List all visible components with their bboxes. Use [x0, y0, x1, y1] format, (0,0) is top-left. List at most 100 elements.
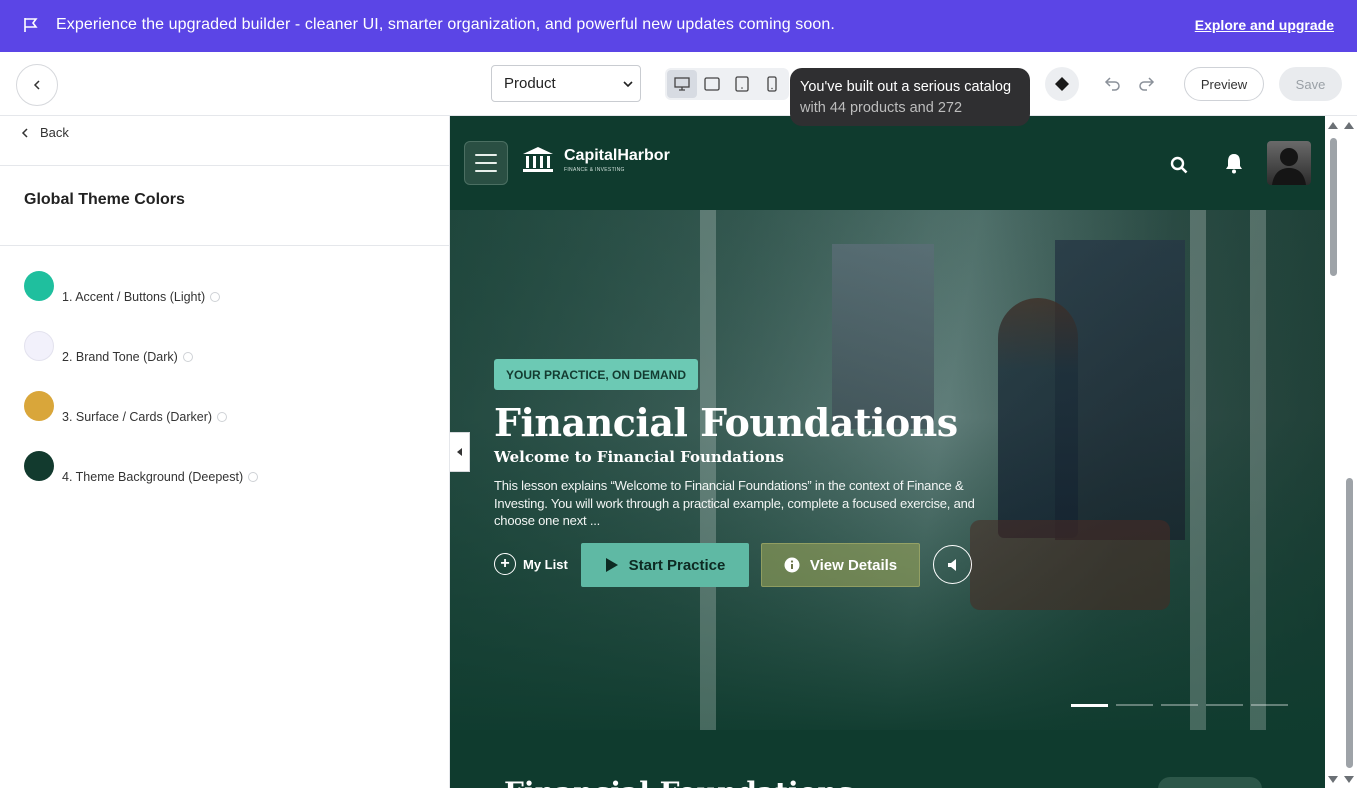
slide-indicator[interactable]	[1161, 704, 1198, 706]
preview-button[interactable]: Preview	[1184, 67, 1264, 101]
color-label-text: 2. Brand Tone (Dark)	[62, 350, 178, 364]
scroll-up-arrow[interactable]	[1328, 122, 1338, 129]
site-header: CapitalHarbor FINANCE & INVESTING	[450, 116, 1325, 210]
redo-icon[interactable]	[1137, 74, 1155, 92]
color-label-text: 1. Accent / Buttons (Light)	[62, 290, 206, 304]
tooltip-line-2: with 44 products and 272	[800, 100, 963, 116]
brand-name: CapitalHarbor	[564, 146, 670, 164]
color-row-background[interactable]: 4. Theme Background (Deepest)	[24, 451, 424, 487]
panel-title: Global Theme Colors	[24, 191, 185, 208]
catalog-tooltip: You've built out a serious catalog with …	[790, 68, 1030, 126]
my-list-label: My List	[523, 556, 568, 572]
editor-toolbar: Product You've built out a serious catal…	[0, 52, 1357, 126]
tablet-portrait-view-button[interactable]	[727, 70, 757, 98]
plus-icon: +	[494, 553, 516, 575]
desktop-icon	[674, 77, 690, 91]
back-label: Back	[40, 125, 69, 140]
slide-indicator[interactable]	[1251, 704, 1288, 706]
color-label-text: 4. Theme Background (Deepest)	[62, 470, 244, 484]
ai-assistant-button[interactable]	[1045, 67, 1079, 101]
mobile-view-button[interactable]	[757, 70, 787, 98]
start-practice-button[interactable]: Start Practice	[581, 543, 749, 587]
user-silhouette-icon	[1272, 148, 1306, 185]
divider	[0, 245, 450, 246]
color-label: 1. Accent / Buttons (Light)	[62, 290, 221, 304]
scroll-up-arrow[interactable]	[1344, 122, 1354, 129]
explore-upgrade-link[interactable]: Explore and upgrade	[1195, 17, 1334, 33]
site-logo[interactable]: CapitalHarbor FINANCE & INVESTING	[522, 146, 670, 174]
hero-subtitle: Welcome to Financial Foundations	[494, 448, 784, 466]
bank-building-icon	[523, 147, 553, 172]
play-icon	[605, 558, 618, 572]
color-label-text: 3. Surface / Cards (Darker)	[62, 410, 213, 424]
hero-description: This lesson explains “Welcome to Financi…	[494, 478, 975, 528]
search-icon[interactable]	[1170, 156, 1188, 174]
color-label: 4. Theme Background (Deepest)	[62, 470, 259, 484]
bell-icon[interactable]	[1224, 152, 1244, 174]
view-details-label: View Details	[809, 556, 898, 574]
color-label: 3. Surface / Cards (Darker)	[62, 410, 228, 424]
brand-tagline: FINANCE & INVESTING	[564, 166, 625, 173]
desktop-view-button[interactable]	[667, 70, 697, 98]
info-icon[interactable]	[182, 352, 193, 362]
theme-settings-panel: Back Global Theme Colors 1. Accent / But…	[0, 116, 450, 788]
color-swatch[interactable]	[24, 391, 54, 421]
page-type-value: Product	[504, 75, 556, 92]
back-link[interactable]: Back	[20, 125, 69, 140]
hero-bg-element	[998, 298, 1078, 538]
chevron-left-icon	[33, 80, 40, 90]
slide-indicator[interactable]	[1071, 703, 1108, 707]
info-icon[interactable]	[217, 412, 228, 422]
slide-indicator[interactable]	[1206, 704, 1243, 706]
scroll-thumb[interactable]	[1330, 138, 1337, 276]
upgrade-banner: Experience the upgraded builder - cleane…	[0, 0, 1357, 52]
site-preview: CapitalHarbor FINANCE & INVESTING YOUR P…	[450, 116, 1325, 788]
scroll-down-arrow[interactable]	[1328, 776, 1338, 783]
hero-title: Financial Foundations	[494, 400, 958, 445]
scroll-down-arrow[interactable]	[1344, 776, 1354, 783]
tablet-landscape-icon	[704, 77, 720, 91]
speaker-icon	[947, 558, 956, 571]
divider	[0, 165, 450, 166]
my-list-button[interactable]: + My List	[494, 553, 568, 575]
scroll-thumb[interactable]	[1346, 478, 1353, 768]
color-swatch[interactable]	[24, 331, 54, 361]
color-label: 2. Brand Tone (Dark)	[62, 350, 193, 364]
slide-indicator[interactable]	[1116, 704, 1153, 706]
avatar[interactable]	[1267, 141, 1311, 185]
preview-scrollbar[interactable]	[1325, 116, 1357, 788]
tooltip-line-1: You've built out a serious catalog	[800, 79, 1012, 95]
color-swatch[interactable]	[24, 271, 54, 301]
mobile-icon	[767, 76, 777, 92]
slide-indicators	[1071, 703, 1288, 707]
menu-button[interactable]	[464, 141, 508, 185]
tablet-portrait-icon	[735, 76, 749, 92]
view-details-button[interactable]: View Details	[761, 543, 920, 587]
hero-bg-element	[970, 520, 1170, 610]
chevron-left-icon	[21, 127, 28, 138]
undo-icon[interactable]	[1104, 74, 1122, 92]
info-icon[interactable]	[210, 292, 221, 302]
page-type-select[interactable]: Product	[491, 65, 641, 102]
color-row-accent[interactable]: 1. Accent / Buttons (Light)	[24, 271, 424, 307]
sparkle-diamond-icon	[1055, 77, 1069, 91]
banner-message: Experience the upgraded builder - cleane…	[56, 16, 835, 33]
hero-bg-element	[1250, 210, 1266, 730]
exit-button[interactable]	[16, 64, 58, 106]
mute-button[interactable]	[933, 545, 972, 584]
section-title: Financial Foundations	[504, 776, 853, 788]
flag-icon	[24, 18, 38, 32]
color-swatch[interactable]	[24, 451, 54, 481]
info-icon[interactable]	[248, 472, 259, 482]
save-button[interactable]: Save	[1279, 67, 1342, 101]
section-action-button[interactable]	[1158, 777, 1262, 788]
color-row-brand-tone[interactable]: 2. Brand Tone (Dark)	[24, 331, 424, 367]
tablet-landscape-view-button[interactable]	[697, 70, 727, 98]
color-row-surface[interactable]: 3. Surface / Cards (Darker)	[24, 391, 424, 427]
device-switcher	[665, 68, 789, 100]
chevron-down-icon	[623, 81, 633, 88]
hero-badge: YOUR PRACTICE, ON DEMAND	[494, 359, 699, 390]
hero-section: YOUR PRACTICE, ON DEMAND Financial Found…	[450, 210, 1325, 730]
caret-left-icon	[456, 448, 462, 456]
collapse-panel-tab[interactable]	[450, 432, 470, 472]
